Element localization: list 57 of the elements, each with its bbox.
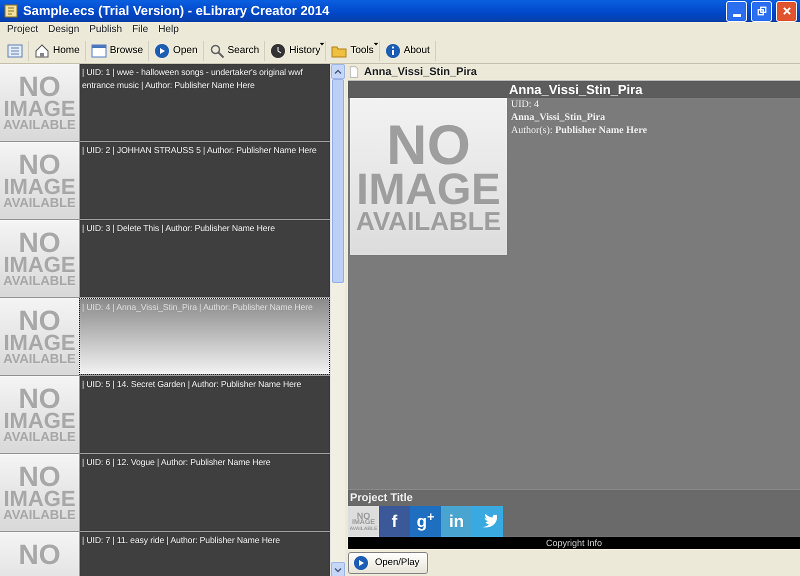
close-icon — [782, 6, 792, 16]
open-play-button[interactable]: Open/Play — [348, 552, 428, 574]
window-title: Sample.ecs (Trial Version) - eLibrary Creator 2014 — [23, 2, 330, 20]
play-icon — [154, 42, 170, 58]
copyright-text: Copyright Info — [348, 537, 800, 550]
toolbar-button[interactable]: Browse — [86, 40, 150, 60]
book-entry[interactable]: | UID: 1 | wwe - halloween songs - undertaker's original wwf entrance music | Author: Publisher Name Here — [79, 64, 330, 141]
toolbar-button[interactable]: About — [380, 40, 436, 60]
info-icon — [384, 42, 401, 58]
cover-image: NO IMAGE AVAILABLE — [350, 98, 507, 255]
window-icon — [90, 42, 107, 58]
thumbnail: NO IMAGE AVAILABLE — [0, 142, 79, 219]
thumbnail: NO — [0, 532, 79, 576]
google-button[interactable]: g$^{+}$ — [410, 506, 441, 538]
thumbnail: NO IMAGE AVAILABLE — [0, 298, 79, 375]
thumbnail: NO IMAGE AVAILABLE — [0, 376, 79, 453]
search-icon — [208, 42, 225, 58]
restore-button[interactable] — [751, 0, 772, 22]
scrollbar[interactable] — [330, 64, 345, 576]
play-icon — [353, 555, 369, 572]
preview-tab[interactable]: Anna_Vissi_Stin_Pira — [364, 64, 477, 80]
document-icon — [348, 65, 360, 79]
thumbnail: NO IMAGE AVAILABLE — [0, 64, 79, 141]
toolbar-button[interactable]: Home — [29, 40, 86, 60]
menu-item[interactable]: File — [127, 22, 154, 36]
toolbar-button[interactable]: Search — [204, 40, 266, 60]
caret-icon — [372, 40, 379, 46]
toolbar-button[interactable]: Tools — [326, 40, 380, 60]
author-line: Author(s): Publisher Name Here — [511, 124, 648, 137]
minimize-button[interactable] — [726, 0, 747, 22]
house-icon — [34, 42, 50, 58]
book-entry[interactable]: | UID: 5 | 14. Secret Garden | Author: Publisher Name Here — [79, 376, 330, 453]
book-entry[interactable]: | UID: 7 | 11. easy ride | Author: Publisher Name Here — [79, 532, 330, 576]
app-icon — [3, 3, 19, 19]
toolbar-button[interactable]: Open — [149, 40, 204, 60]
book-entry[interactable]: | UID: 2 | JOHHAN STRAUSS 5 | Author: Publisher Name Here — [79, 142, 330, 219]
menu-item[interactable]: Project — [2, 22, 44, 36]
menu-item[interactable]: Design — [43, 22, 84, 36]
minimize-icon — [732, 14, 740, 16]
thumbnail: NO IMAGE AVAILABLE — [0, 220, 79, 297]
menu-item[interactable]: Publish — [84, 22, 128, 36]
preview-heading: Anna_Vissi_Stin_Pira — [348, 81, 800, 98]
toolbar-button[interactable]: History — [265, 40, 326, 60]
menu-item[interactable]: Help — [153, 22, 184, 36]
project-title: Project Title — [348, 488, 800, 506]
restore-icon — [756, 6, 766, 16]
book-entry[interactable]: | UID: 6 | 12. Vogue | Author: Publisher Name Here — [79, 454, 330, 531]
close-button[interactable] — [776, 0, 797, 22]
book-name: Anna_Vissi_Stin_Pira — [511, 111, 606, 124]
caret-icon — [319, 40, 326, 46]
book-entry[interactable]: | UID: 3 | Delete This | Author: Publisher Name Here — [79, 220, 330, 297]
uid-text: UID: 4 — [511, 98, 540, 111]
twitter-button[interactable] — [472, 506, 503, 538]
facebook-button[interactable]: f — [379, 506, 410, 538]
clock-icon — [270, 42, 286, 58]
thumbnail: NO IMAGE AVAILABLE — [0, 454, 79, 531]
list-icon[interactable] — [7, 42, 23, 58]
